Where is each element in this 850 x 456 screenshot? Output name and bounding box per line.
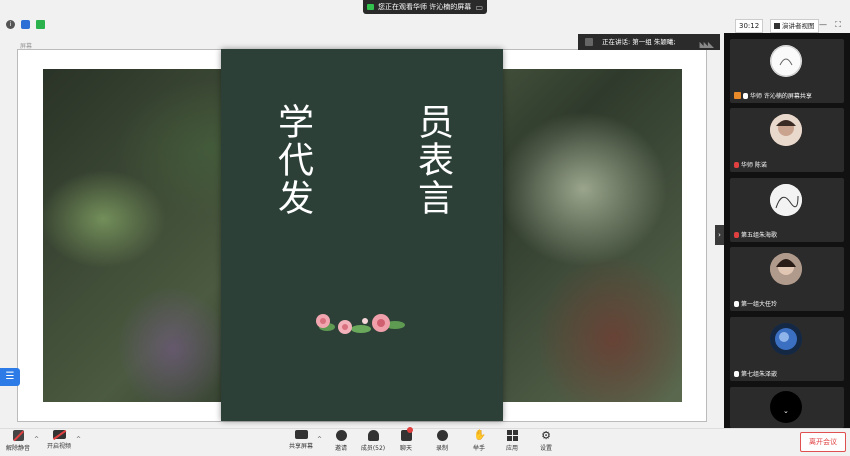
raise-hand-button[interactable]: ✋ 举手 <box>461 430 497 452</box>
invite-label: 邀请 <box>334 445 347 452</box>
chat-button[interactable]: 聊天 <box>388 427 424 452</box>
participant-name-row: 华师 陈诺 <box>734 160 767 169</box>
record-button[interactable]: 录制 <box>424 430 460 452</box>
audio-options-caret[interactable]: ^ <box>34 436 39 443</box>
speaking-text: 正在讲话: 第一组 朱颖曦; <box>602 38 676 46</box>
leave-meeting-button[interactable]: 离开会议 <box>800 432 846 452</box>
collapse-panel-button[interactable]: › <box>715 225 724 245</box>
invite-button[interactable]: 邀请 <box>323 430 359 452</box>
participant-panel: 华师 许沁楠的屏幕共享 华师 陈诺 第五组朱海歌 第一组大任玲 第七组朱泽嵌 ⌄ <box>724 33 850 428</box>
video-options-caret[interactable]: ^ <box>76 436 81 443</box>
grid-icon <box>774 23 780 29</box>
view-label: 演讲者视图 <box>782 22 815 30</box>
participant-tile[interactable]: 华师 许沁楠的屏幕共享 <box>730 39 844 103</box>
chat-list-button[interactable]: ☰ <box>0 368 20 386</box>
raise-hand-label: 举手 <box>472 445 485 452</box>
meeting-timer: 30:12 <box>735 19 764 33</box>
fullscreen-button[interactable]: ⛶ <box>833 19 843 31</box>
slide-title-left: 学代发 <box>272 103 313 217</box>
banner-text: 您正在观看华师 许沁楠的屏幕 <box>378 3 472 11</box>
participant-tile[interactable]: 华师 陈诺 <box>730 108 844 172</box>
participant-tile[interactable]: 第一组大任玲 <box>730 247 844 311</box>
minimize-button[interactable]: — <box>818 19 828 31</box>
mic-icon <box>743 92 748 99</box>
speaker-view-button[interactable]: 演讲者视图 <box>770 19 819 33</box>
participant-name: 华师 许沁楠的屏幕共享 <box>750 93 812 100</box>
flower-decoration <box>316 314 405 334</box>
participant-name: 第一组大任玲 <box>741 301 778 308</box>
participant-tile[interactable]: ⌄ <box>730 387 844 428</box>
avatar <box>770 184 802 216</box>
mic-icon <box>734 300 739 307</box>
share-screen-button[interactable]: 共享屏幕 <box>283 430 319 450</box>
unmute-label: 解除静音 <box>5 445 30 452</box>
participant-name-row: 华师 许沁楠的屏幕共享 <box>734 91 812 100</box>
start-video-button[interactable]: 开启视频 <box>41 429 77 450</box>
signal-icon[interactable] <box>36 20 45 29</box>
participant-tile[interactable]: 第七组朱泽嵌 <box>730 317 844 381</box>
unread-badge <box>406 427 413 433</box>
slide-title-right: 员表言 <box>412 103 453 217</box>
participant-name-row: 第一组大任玲 <box>734 299 777 308</box>
host-badge-icon <box>734 92 741 99</box>
avatar <box>770 45 802 77</box>
invite-icon <box>335 430 347 441</box>
participant-name: 第五组朱海歌 <box>741 232 778 239</box>
settings-label: 设置 <box>539 445 552 452</box>
speaker-avatar-icon <box>585 38 593 46</box>
apps-label: 应用 <box>505 445 518 452</box>
more-icon[interactable]: ▭ <box>475 3 483 12</box>
members-icon <box>367 430 379 441</box>
start-video-label: 开启视频 <box>46 443 71 450</box>
shield-icon[interactable] <box>21 20 30 29</box>
share-notice-banner: 您正在观看华师 许沁楠的屏幕 ▭ <box>363 0 487 14</box>
settings-button[interactable]: ⚙ 设置 <box>528 430 564 452</box>
participant-name-row: 第七组朱泽嵌 <box>734 369 777 378</box>
share-screen-icon <box>294 430 308 439</box>
chat-label: 聊天 <box>399 445 412 452</box>
members-button[interactable]: 成员(52) <box>355 430 391 452</box>
video-off-icon <box>52 429 66 440</box>
participant-name-row: 第五组朱海歌 <box>734 230 777 239</box>
members-label: 成员(52) <box>360 445 386 452</box>
mic-muted-icon <box>734 161 739 168</box>
mic-muted-icon <box>12 430 24 441</box>
unmute-button[interactable]: 解除静音 <box>0 430 36 452</box>
participant-tile[interactable]: 第五组朱海歌 <box>730 178 844 242</box>
share-options-caret[interactable]: ^ <box>317 436 322 443</box>
mic-muted-icon <box>734 231 739 238</box>
screen-share-icon <box>367 4 374 10</box>
speaking-indicator: 正在讲话: 第一组 朱颖曦; ◣◣◣ <box>578 34 720 50</box>
avatar <box>770 253 802 285</box>
record-label: 录制 <box>435 445 448 452</box>
scroll-down-icon[interactable]: ⌄ <box>783 407 789 415</box>
apps-icon <box>506 430 518 441</box>
share-screen-label: 共享屏幕 <box>288 443 313 450</box>
chat-icon <box>400 427 413 441</box>
info-icon[interactable]: i <box>6 20 15 29</box>
mic-icon <box>734 370 739 377</box>
signal-bars-icon: ◣◣◣ <box>699 40 715 49</box>
record-icon <box>436 430 448 441</box>
participant-name: 华师 陈诺 <box>741 162 767 169</box>
avatar <box>770 323 802 355</box>
slide-title-card: 学代发 员表言 <box>221 49 503 421</box>
participant-name: 第七组朱泽嵌 <box>741 371 778 378</box>
hand-icon: ✋ <box>473 430 486 441</box>
apps-button[interactable]: 应用 <box>494 430 530 452</box>
avatar <box>770 114 802 146</box>
gear-icon: ⚙ <box>541 429 551 442</box>
